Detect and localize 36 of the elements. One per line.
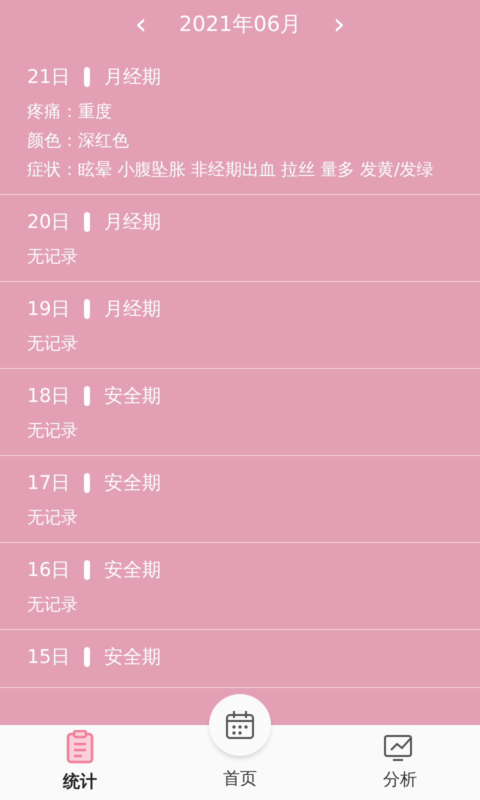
record-text: 无记录 (27, 333, 79, 356)
phase-marker-icon (84, 212, 90, 232)
phase-marker-icon (84, 647, 90, 667)
nav-tab[interactable]: 分析 (320, 725, 480, 800)
phase-marker-icon (84, 386, 90, 406)
phase-label: 安全期 (104, 384, 162, 409)
day-label: 17日 (27, 470, 70, 496)
day-label: 16日 (27, 558, 70, 583)
phase-marker-icon (84, 299, 90, 319)
phase-label: 安全期 (104, 644, 162, 670)
clipboard-icon (66, 730, 94, 764)
calendar-icon (225, 710, 255, 740)
nav-tab[interactable]: 首页 (160, 725, 320, 800)
home-button[interactable] (209, 694, 271, 756)
phase-marker-icon (84, 67, 90, 87)
phase-marker-icon (84, 560, 90, 580)
record-text: 无记录 (27, 420, 79, 443)
record-text: 无记录 (27, 594, 79, 617)
phase-label: 月经期 (104, 210, 162, 235)
phase-label: 月经期 (104, 296, 162, 322)
record-text: 无记录 (27, 507, 79, 530)
record-text: 颜色：深红色 (27, 130, 130, 153)
month-title: 2021年06月 (178, 11, 302, 38)
record-text: 疼痛：重度 (27, 101, 113, 124)
phase-label: 月经期 (104, 64, 162, 90)
phase-label: 安全期 (104, 470, 162, 496)
day-label: 21日 (27, 64, 70, 90)
nav-tab[interactable]: 统计 (0, 725, 160, 800)
day-label: 18日 (27, 384, 70, 409)
phase-marker-icon (84, 473, 90, 493)
record-text: 无记录 (27, 246, 79, 269)
day-label: 19日 (27, 296, 70, 322)
day-label: 15日 (27, 644, 70, 670)
phase-label: 安全期 (104, 558, 162, 583)
day-label: 20日 (27, 210, 70, 235)
record-text: 症状：眩晕 小腹坠胀 非经期出血 拉丝 量多 发黄/发绿 (27, 159, 435, 182)
